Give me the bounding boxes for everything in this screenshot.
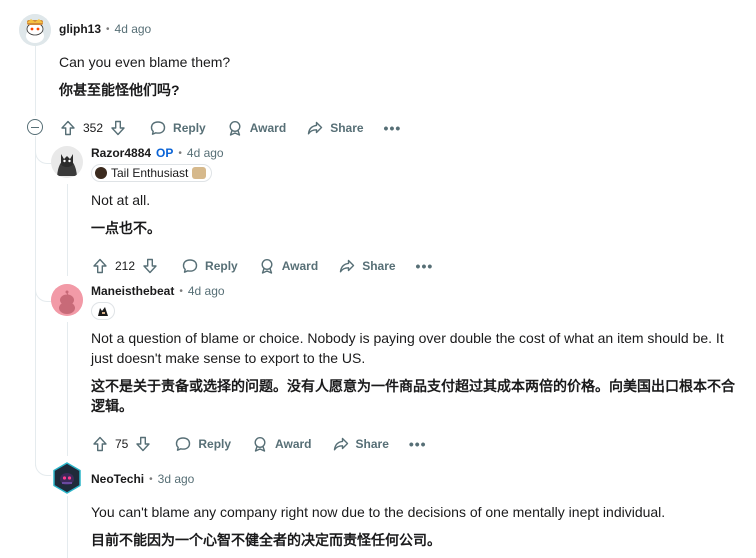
share-button[interactable]: Share [332,435,389,453]
vote-group: 75 [91,435,152,453]
timestamp[interactable]: 4d ago [188,284,225,298]
wolf-avatar-icon [51,146,83,178]
username[interactable]: NeoTechi [91,472,144,486]
user-flair [91,302,115,320]
flair-label: Tail Enthusiast [111,166,189,180]
more-options-icon[interactable]: ••• [409,436,427,452]
award-icon [229,120,241,136]
award-icon [254,436,266,452]
avatar[interactable] [51,284,83,316]
reply-icon [150,121,166,135]
vote-count: 75 [115,437,129,451]
snoo-avatar-icon [51,284,83,316]
share-icon [339,259,355,273]
upvote-icon[interactable] [59,119,77,137]
comment-actions: 212 Reply Award Share ••• [91,255,433,277]
avatar[interactable] [19,14,51,46]
share-button[interactable]: Share [306,119,364,137]
downvote-icon[interactable] [141,257,159,275]
comment-text-cn: 你甚至能怪他们吗? [59,82,180,98]
timestamp[interactable]: 3d ago [158,472,195,486]
comment-meta: gliph13 • 4d ago [59,22,151,36]
share-label: Share [355,437,389,451]
thread-line-reply-1 [67,184,68,276]
username[interactable]: Razor4884 [91,146,151,160]
collapse-thread-button[interactable] [27,119,43,135]
downvote-icon[interactable] [134,435,152,453]
comment-text-cn-line2: 逻辑。 [91,398,133,414]
award-button[interactable]: Award [226,119,286,137]
timestamp[interactable]: 4d ago [187,146,224,160]
upvote-icon[interactable] [91,435,109,453]
vote-group: 212 [91,257,159,275]
award-label: Award [275,437,312,451]
upvote-icon[interactable] [91,257,109,275]
reply-icon [176,437,191,451]
thread-line-reply-3 [67,496,68,558]
comment-text-en: You can't blame any company right now du… [91,504,666,520]
more-options-icon[interactable]: ••• [384,120,402,136]
comment-meta: Maneisthebeat • 4d ago [91,284,225,298]
flair-wolf-icon [95,167,107,179]
comment-meta: NeoTechi • 3d ago [91,472,194,486]
share-icon [333,437,348,451]
award-button[interactable]: Award [251,435,312,453]
reply-button[interactable]: Reply [174,435,231,453]
thread-line-root-children [35,136,36,466]
reply-label: Reply [173,121,206,135]
op-badge: OP [156,146,174,160]
username[interactable]: gliph13 [59,22,101,36]
award-button[interactable]: Award [258,257,318,275]
share-button[interactable]: Share [338,257,396,275]
avatar[interactable] [51,146,83,178]
reply-button[interactable]: Reply [181,257,238,275]
share-icon [307,121,323,135]
vote-count: 352 [83,121,104,135]
reply-button[interactable]: Reply [149,119,206,137]
comment-actions: 75 Reply Award Share ••• [91,433,427,455]
thread-line-root [35,46,36,116]
comment-text-cn: 一点也不。 [91,220,161,236]
award-label: Award [249,121,287,135]
collapse-icon [31,126,39,128]
snoo-avatar-icon [19,14,51,46]
award-icon [261,258,273,274]
award-label: Award [281,259,319,273]
robot-avatar-icon [53,462,81,494]
comment-text-en-line2: just doesn't make sense to export to the… [91,350,366,366]
avatar[interactable] [51,462,83,494]
share-label: Share [362,259,396,273]
flair-cat-icon [98,307,108,316]
flair-dog-icon [192,167,207,179]
comment-text-en: Not at all. [91,192,151,208]
separator-dot: • [179,285,183,297]
reply-label: Reply [198,437,232,451]
vote-group: 352 [59,119,127,137]
thread-line-reply-2 [67,322,68,456]
comment-actions: 352 Reply Award Share ••• [59,117,401,139]
comment-text-cn-line1: 这不是关于责备或选择的问题。没有人愿意为一件商品支付超过其成本两倍的价格。向美国… [91,378,735,394]
comment-text-en-line1: Not a question of blame or choice. Nobod… [91,330,724,346]
username[interactable]: Maneisthebeat [91,284,174,298]
comment-thread: gliph13 • 4d ago Can you even blame them… [0,0,756,558]
comment-text-en: Can you even blame them? [59,54,231,70]
comment-text-cn: 目前不能因为一个心智不健全者的决定而责怪任何公司。 [91,532,441,548]
separator-dot: • [149,473,153,485]
reply-icon [182,259,198,273]
timestamp[interactable]: 4d ago [115,22,152,36]
downvote-icon[interactable] [109,119,127,137]
separator-dot: • [178,147,182,159]
separator-dot: • [106,23,110,35]
share-label: Share [330,121,364,135]
reply-label: Reply [205,259,238,273]
user-flair: Tail Enthusiast [91,164,213,182]
vote-count: 212 [115,259,136,273]
comment-meta: Razor4884 OP • 4d ago [91,146,224,160]
more-options-icon[interactable]: ••• [416,258,434,274]
